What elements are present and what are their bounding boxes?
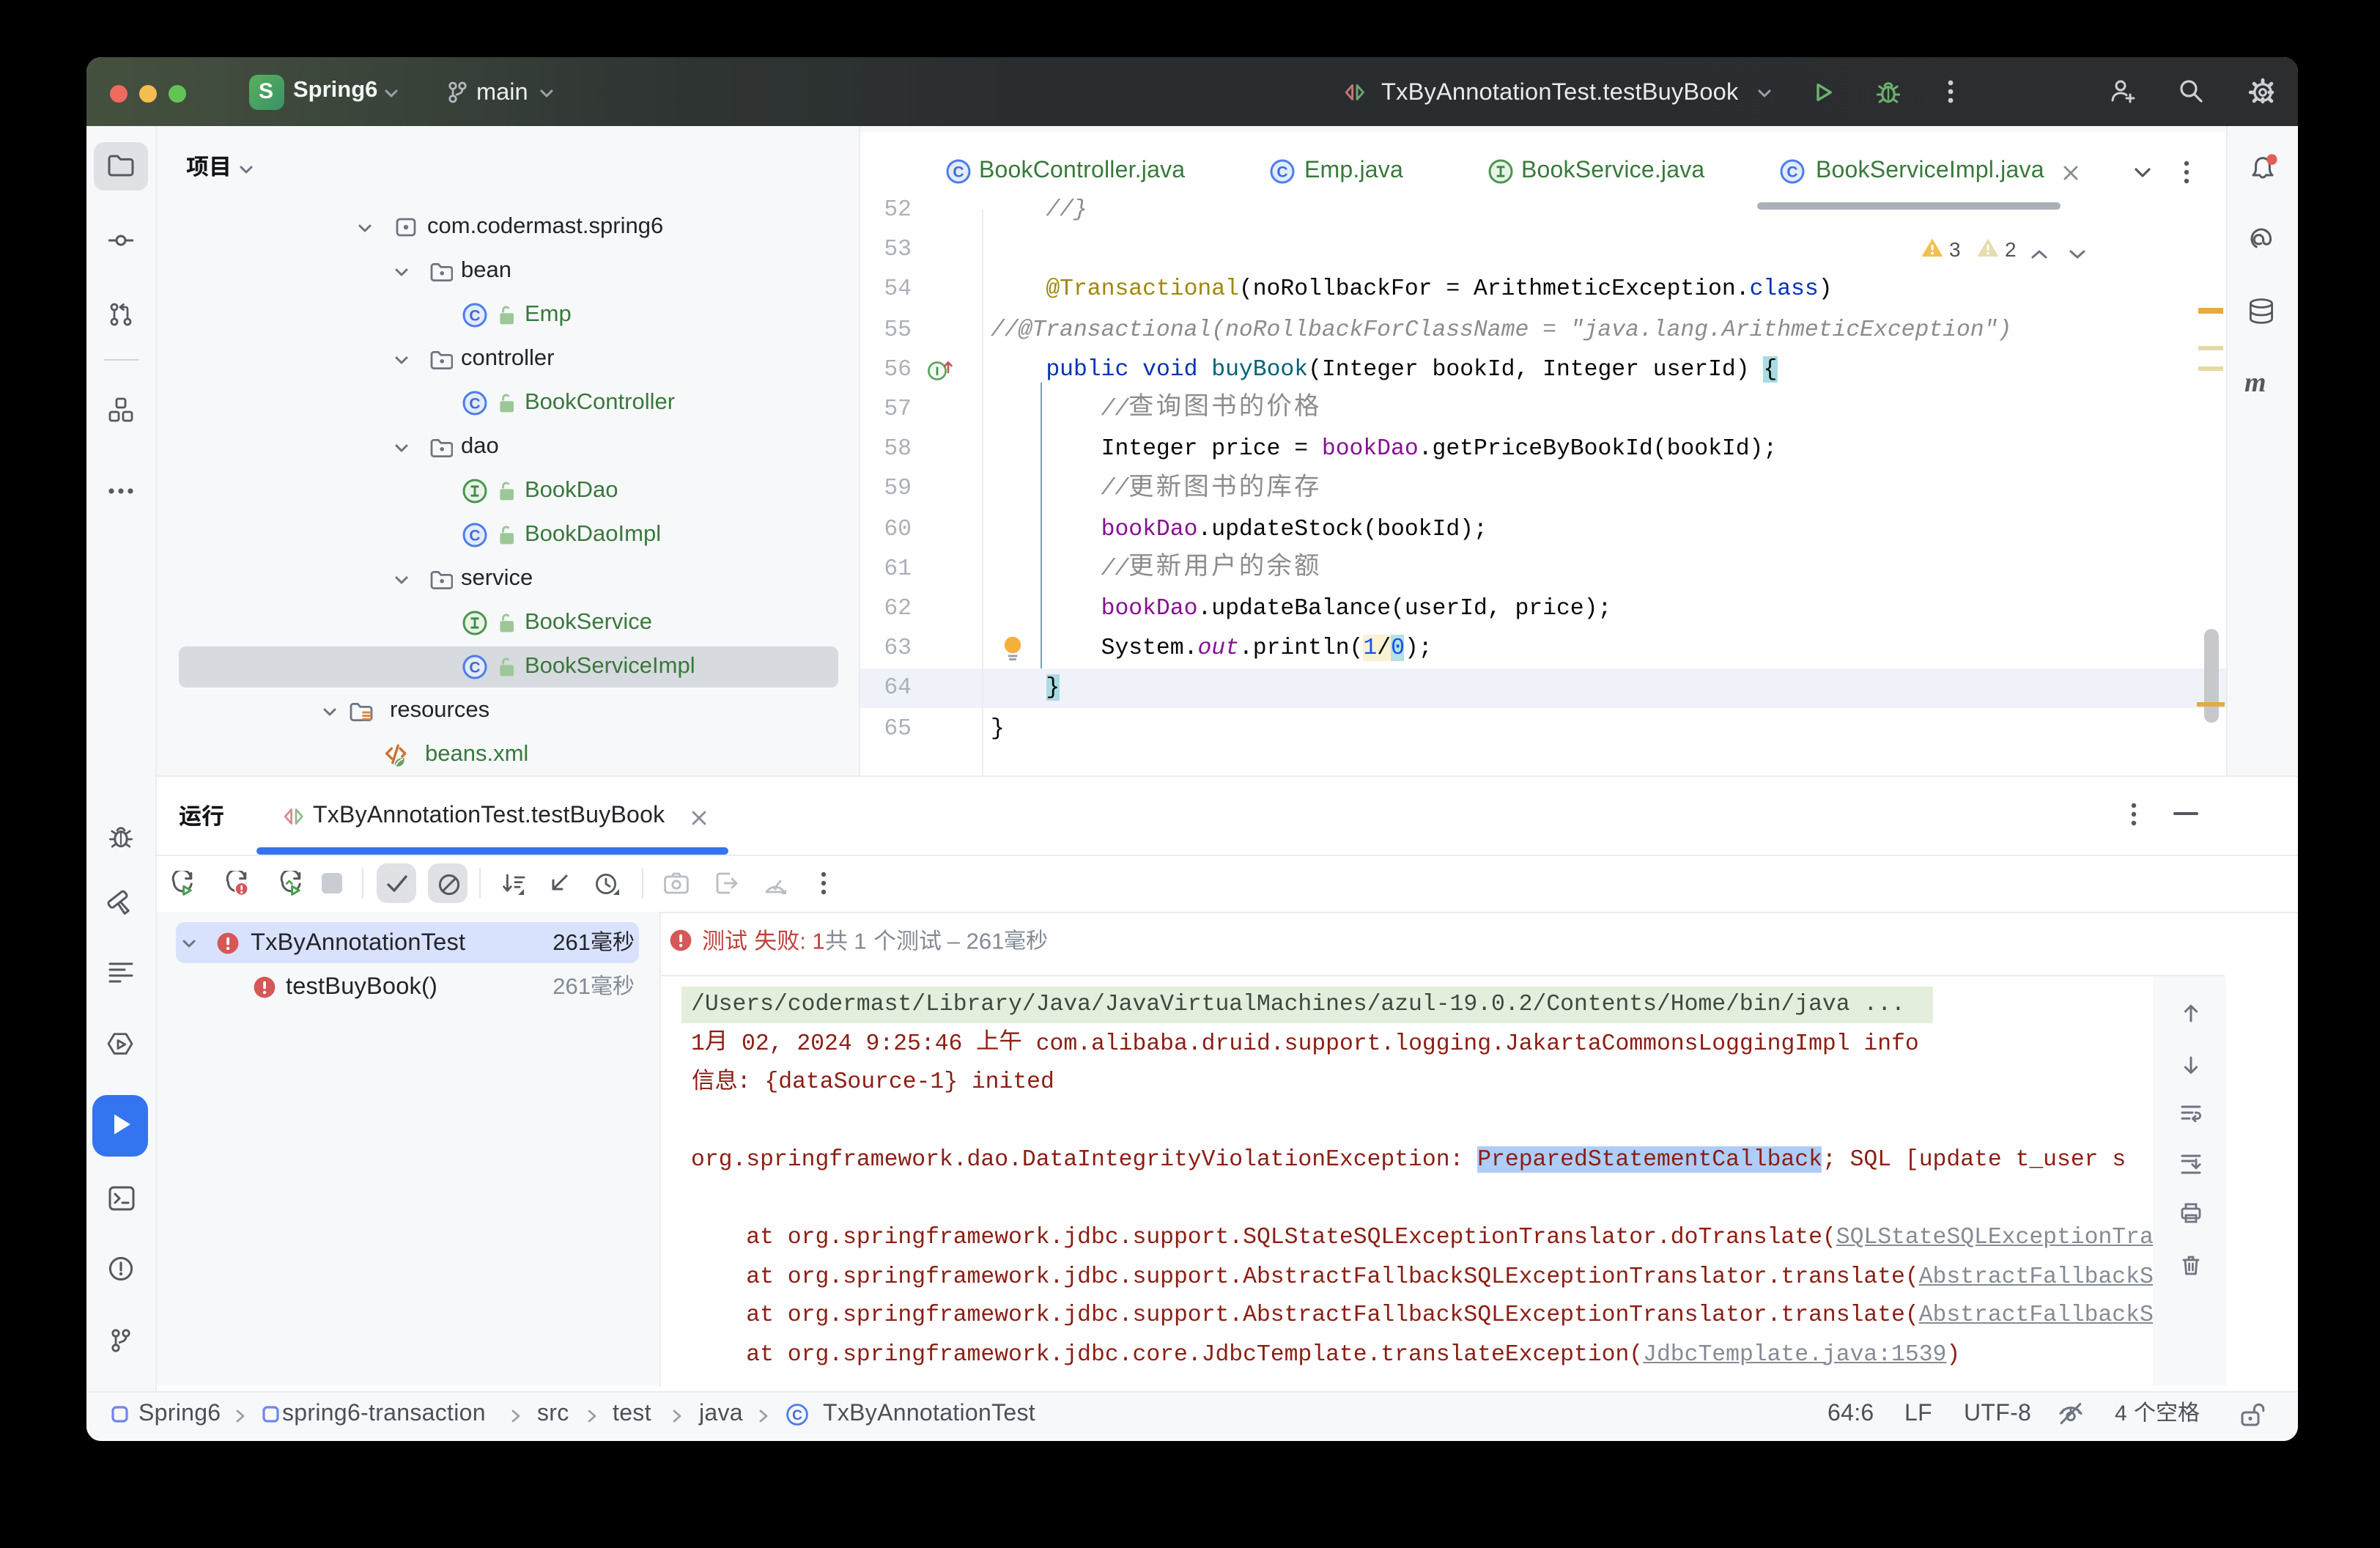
svg-text:C: C — [1276, 164, 1287, 181]
svg-text:C: C — [468, 659, 479, 676]
svg-text:C: C — [468, 395, 479, 412]
svg-text:C: C — [468, 307, 479, 324]
svg-text:I: I — [935, 364, 939, 377]
svg-text:C: C — [791, 1407, 802, 1423]
svg-text:C: C — [1786, 164, 1797, 181]
svg-text:C: C — [468, 527, 479, 544]
svg-text:C: C — [952, 164, 963, 181]
